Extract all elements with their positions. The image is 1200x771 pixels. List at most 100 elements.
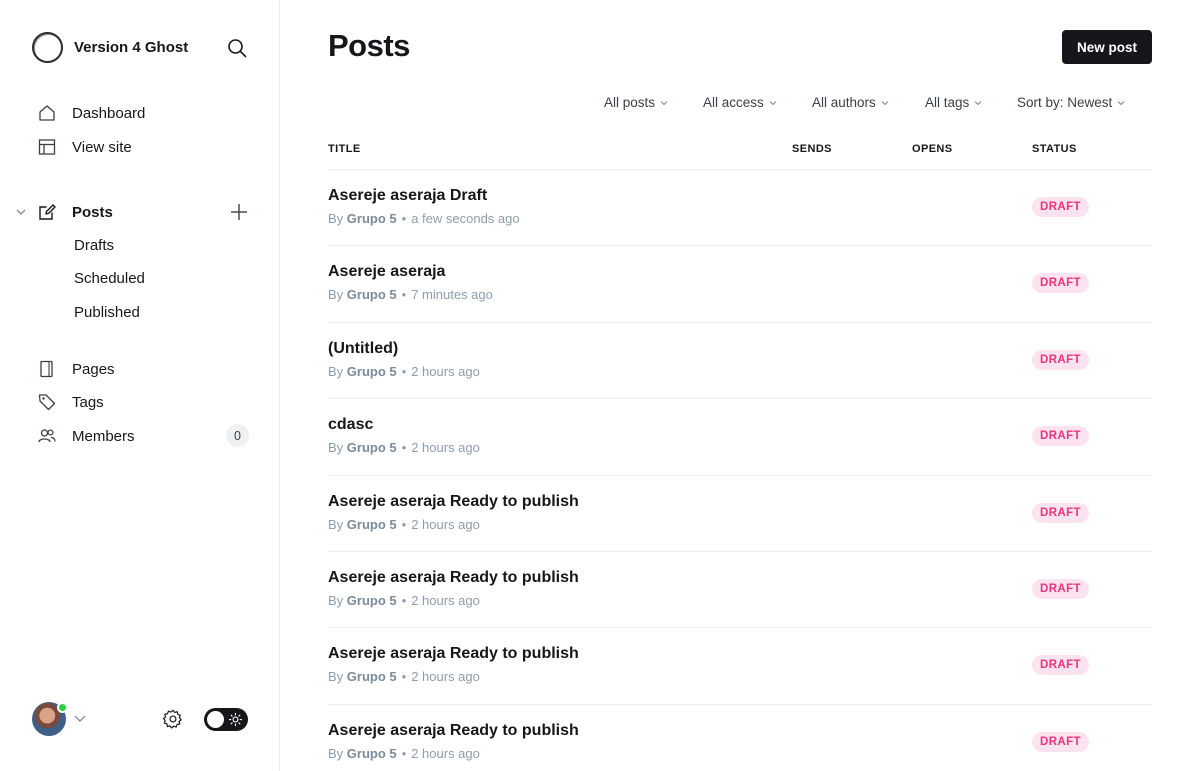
nav-scheduled[interactable]: Scheduled (74, 270, 145, 287)
online-status-dot (57, 702, 68, 713)
toggle-knob (207, 711, 224, 728)
filter-authors[interactable]: All authors (812, 95, 889, 110)
meta-separator: • (401, 440, 407, 456)
meta-by: By (328, 592, 344, 608)
new-post-button[interactable]: New post (1062, 30, 1152, 64)
post-time: 2 hours ago (411, 745, 480, 761)
table-row[interactable]: Asereje aseraja By Grupo 5 • 7 minutes ago… (328, 246, 1152, 323)
chevron-down-icon (769, 100, 777, 105)
gear-icon[interactable] (162, 708, 184, 730)
chevron-down-icon[interactable] (15, 205, 27, 217)
post-time: 2 hours ago (411, 669, 480, 685)
brand[interactable]: Version 4 Ghost (32, 32, 188, 63)
nav-view-site[interactable]: View site (38, 135, 132, 159)
post-title[interactable]: Asereje aseraja (328, 263, 445, 281)
nav-pages-label: Pages (72, 360, 115, 378)
meta-by: By (328, 211, 344, 226)
nav-view-site-label: View site (72, 138, 132, 156)
page-title: Posts (328, 28, 410, 63)
post-time: 2 hours ago (411, 516, 480, 532)
post-time: a few seconds ago (411, 211, 520, 226)
table-row[interactable]: Asereje aseraja Draft By Grupo 5 • a few s… (328, 170, 1152, 247)
filter-access-label: All access (703, 95, 764, 110)
post-author: Grupo 5 (346, 440, 397, 456)
meta-by: By (328, 745, 344, 761)
post-meta: By Grupo 5 • 2 hours ago (328, 593, 480, 608)
post-title[interactable]: (Untitled) (328, 340, 398, 358)
post-time: 2 hours ago (411, 592, 480, 608)
table-row[interactable]: Asereje aseraja Ready to publish By Grup… (328, 628, 1152, 705)
status-badge: DRAFT (1032, 578, 1089, 599)
table-row[interactable]: Asereje aseraja Ready to publish By Grup… (328, 552, 1152, 629)
post-author: Grupo 5 (346, 745, 397, 761)
table-row[interactable]: (Untitled) By Grupo 5 • 2 hours ago DRAFT (328, 323, 1152, 400)
sort-dropdown[interactable]: Sort by: Newest (1017, 95, 1125, 110)
column-header-status: STATUS (1032, 143, 1077, 155)
meta-separator: • (401, 592, 407, 608)
status-badge: DRAFT (1032, 502, 1089, 523)
pencil-edit-icon (38, 203, 56, 221)
post-author: Grupo 5 (346, 211, 397, 226)
meta-by: By (328, 363, 344, 379)
meta-separator: • (401, 287, 407, 303)
home-icon (38, 104, 56, 122)
post-title[interactable]: Asereje aseraja Ready to publish (328, 645, 579, 663)
post-title[interactable]: Asereje aseraja Ready to publish (328, 493, 579, 511)
nav-members[interactable]: Members (38, 424, 135, 448)
post-meta: By Grupo 5 • 2 hours ago (328, 517, 480, 532)
post-author: Grupo 5 (346, 363, 397, 379)
post-title[interactable]: Asereje aseraja Ready to publish (328, 722, 579, 740)
chevron-down-icon (1117, 100, 1125, 105)
layout-icon (38, 138, 56, 156)
chevron-down-icon (881, 100, 889, 105)
members-count-badge: 0 (226, 424, 249, 447)
filter-tags[interactable]: All tags (925, 95, 982, 110)
page-icon (38, 360, 56, 378)
nav-posts[interactable]: Posts (38, 200, 113, 224)
post-title[interactable]: cdasc (328, 416, 373, 434)
site-logo-icon (32, 32, 63, 63)
filter-posts[interactable]: All posts (604, 95, 668, 110)
post-author: Grupo 5 (346, 592, 397, 608)
status-badge: DRAFT (1032, 655, 1089, 676)
filter-authors-label: All authors (812, 95, 876, 110)
chevron-down-icon (974, 100, 982, 105)
post-title[interactable]: Asereje aseraja Ready to publish (328, 569, 579, 587)
column-header-title: TITLE (328, 143, 361, 155)
chevron-down-icon[interactable] (73, 711, 87, 725)
meta-separator: • (401, 669, 407, 685)
post-meta: By Grupo 5 • 2 hours ago (328, 746, 480, 761)
nav-tags[interactable]: Tags (38, 390, 104, 414)
nav-tags-label: Tags (72, 393, 104, 411)
meta-by: By (328, 287, 344, 303)
post-time: 7 minutes ago (411, 287, 493, 303)
post-meta: By Grupo 5 • 2 hours ago (328, 364, 480, 379)
meta-separator: • (401, 363, 407, 379)
nav-members-label: Members (72, 427, 135, 445)
search-icon[interactable] (226, 37, 248, 59)
nav-pages[interactable]: Pages (38, 357, 115, 381)
chevron-down-icon (660, 100, 668, 105)
filter-tags-label: All tags (925, 95, 970, 110)
table-row[interactable]: cdasc By Grupo 5 • 2 hours ago DRAFT (328, 399, 1152, 476)
post-author: Grupo 5 (346, 287, 397, 303)
table-row[interactable]: Asereje aseraja Ready to publish By Grup… (328, 705, 1152, 771)
meta-separator: • (401, 745, 407, 761)
theme-toggle[interactable] (204, 708, 248, 731)
table-row[interactable]: Asereje aseraja Ready to publish By Grup… (328, 476, 1152, 552)
post-author: Grupo 5 (346, 516, 397, 532)
plus-icon[interactable] (229, 202, 249, 222)
nav-dashboard-label: Dashboard (72, 104, 146, 122)
filter-posts-label: All posts (604, 95, 656, 110)
status-badge: DRAFT (1032, 273, 1089, 294)
posts-list: Asereje aseraja Draft By Grupo 5 • a few s… (328, 170, 1152, 771)
post-meta: By Grupo 5 • 2 hours ago (328, 669, 480, 684)
nav-drafts[interactable]: Drafts (74, 237, 114, 254)
post-title[interactable]: Asereje aseraja Draft (328, 187, 487, 205)
nav-published[interactable]: Published (74, 304, 140, 321)
meta-by: By (328, 669, 344, 685)
column-header-sends: SENDS (792, 143, 832, 155)
nav-dashboard[interactable]: Dashboard (38, 101, 145, 125)
post-meta: By Grupo 5 • 7 minutes ago (328, 287, 493, 302)
filter-access[interactable]: All access (703, 95, 777, 110)
